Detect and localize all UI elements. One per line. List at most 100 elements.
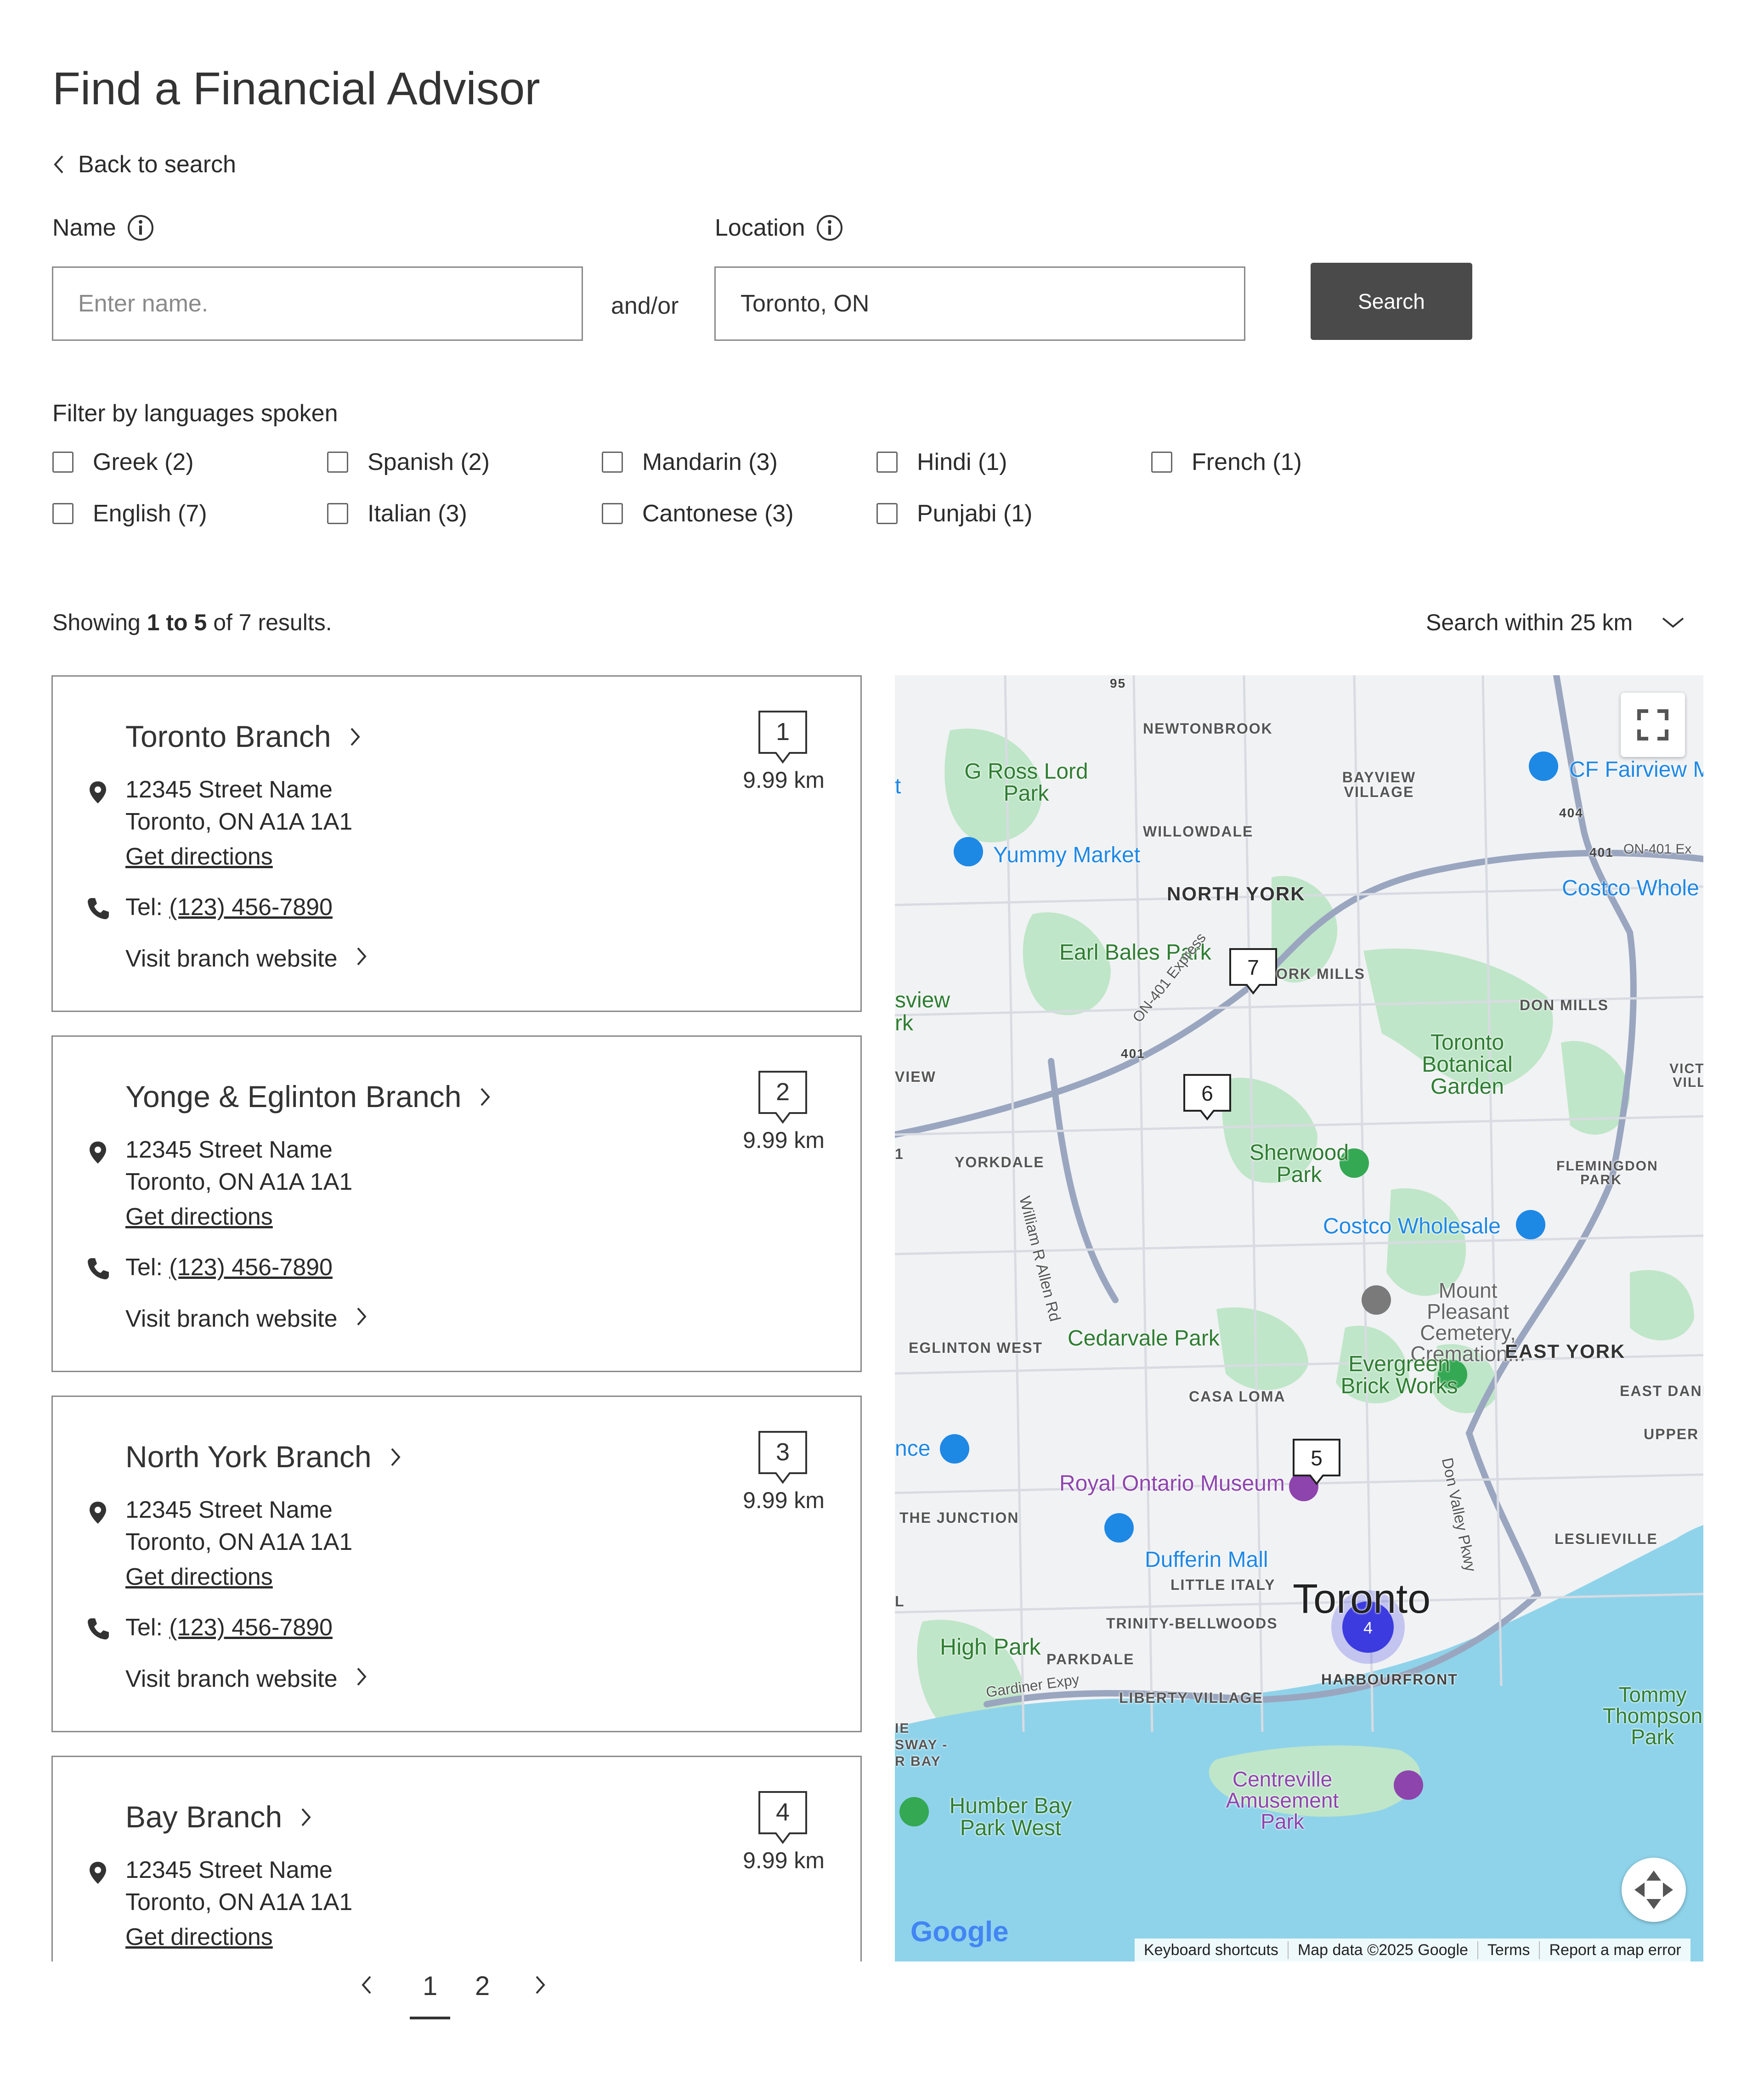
marker-number: 2 [776, 1078, 790, 1106]
map-label-leslieville: LESLIEVILLE [1555, 1531, 1658, 1547]
name-input[interactable] [52, 266, 583, 341]
map-label-hwy-401a: 401 [1589, 845, 1614, 859]
results-suffix: of 7 results. [207, 610, 332, 635]
chevron-right-icon [536, 1976, 545, 1994]
page-number: 2 [475, 1971, 490, 2001]
language-label: Hindi (1) [917, 449, 1007, 475]
location-input[interactable] [714, 266, 1245, 341]
map-label-costco1: Costco Whole [1562, 876, 1699, 900]
language-checkbox[interactable]: Punjabi (1) [876, 500, 1032, 527]
location-label-text: Location [715, 215, 805, 241]
get-directions-link[interactable]: Get directions [125, 1563, 273, 1591]
map-label-casa-loma: CASA LOMA [1189, 1388, 1286, 1405]
checkbox[interactable] [876, 503, 898, 524]
fullscreen-icon [1637, 709, 1668, 740]
pagination-page-1[interactable]: 1 [423, 1971, 437, 2001]
map-label-g-ross: G Ross Lord Park [964, 759, 1088, 806]
map-footer-link[interactable]: Map data ©2025 Google [1287, 1941, 1477, 1959]
get-directions-link[interactable]: Get directions [125, 1203, 273, 1231]
checkbox[interactable] [327, 503, 348, 524]
phone-icon [86, 1256, 111, 1281]
map-label-botanical: Toronto Botanical Garden [1422, 1030, 1513, 1099]
map-label-york-mills: ORK MILLS [1276, 966, 1365, 982]
checkbox[interactable] [876, 452, 898, 473]
marker-number: 3 [776, 1438, 790, 1466]
map-marker-label: 6 [1201, 1081, 1213, 1105]
branch-name-link[interactable]: Yonge & Eglinton Branch [125, 1079, 491, 1114]
address-line-1: 12345 Street Name [125, 1497, 333, 1523]
map-label-don-mills: DON MILLS [1520, 997, 1609, 1013]
map-label-yorkdale: YORKDALE [955, 1154, 1045, 1170]
phone-link[interactable]: (123) 456-7890 [169, 1614, 333, 1641]
visit-website-link[interactable]: Visit branch website [125, 1665, 367, 1693]
get-directions-link[interactable]: Get directions [125, 843, 273, 870]
google-logo: Google [910, 1916, 1009, 1948]
checkbox[interactable] [52, 503, 74, 524]
telephone: Tel: (123) 456-7890 [125, 1254, 333, 1281]
back-to-search-link[interactable]: Back to search [52, 151, 236, 178]
map-label-evergreen: Evergreen Brick Works [1340, 1352, 1458, 1398]
pagination-next[interactable] [535, 1971, 547, 2001]
phone-link[interactable]: (123) 456-7890 [169, 1254, 333, 1281]
language-checkbox[interactable]: Spanish (2) [327, 448, 490, 476]
page-title: Find a Financial Advisor [52, 63, 540, 114]
chevron-right-icon [300, 1799, 311, 1834]
map-footer-link[interactable]: Keyboard shortcuts [1135, 1941, 1288, 1959]
branch-name-link[interactable]: Toronto Branch [125, 719, 361, 754]
map-label-on401-right: ON-401 Ex [1623, 842, 1692, 857]
language-checkbox[interactable]: Italian (3) [327, 500, 467, 527]
language-label: Mandarin (3) [642, 449, 778, 475]
map-label-cf-fairview: CF Fairview M [1569, 757, 1703, 782]
map-footer-link[interactable]: Report a map error [1539, 1941, 1690, 1959]
radius-dropdown[interactable]: Search within 25 km [1426, 609, 1685, 636]
language-checkbox[interactable]: Greek (2) [52, 448, 194, 476]
visit-website-link[interactable]: Visit branch website [125, 945, 367, 972]
info-icon[interactable] [127, 215, 154, 241]
language-label: French (1) [1192, 449, 1302, 475]
map-footer-link[interactable]: Terms [1477, 1941, 1539, 1959]
search-button[interactable]: Search [1311, 263, 1472, 340]
branch-name-link[interactable]: North York Branch [125, 1439, 401, 1474]
branch-name: North York Branch [125, 1440, 372, 1474]
info-icon[interactable] [816, 215, 843, 241]
map-label-yummy: Yummy Market [993, 843, 1141, 867]
checkbox[interactable] [602, 452, 623, 473]
map-label-tommy: Tommy Thompson Park [1602, 1683, 1703, 1749]
language-checkbox[interactable]: French (1) [1151, 448, 1302, 476]
language-label: Greek (2) [93, 449, 194, 475]
map-label-costco2: Costco Wholesale [1323, 1214, 1501, 1238]
map-label-bayview: BAYVIEW VILLAGE [1342, 769, 1416, 800]
map-camera-control[interactable] [1622, 1858, 1686, 1922]
map-label-high-park: High Park [940, 1634, 1041, 1660]
visit-website-label: Visit branch website [125, 1666, 338, 1692]
branch-card: Toronto Branch 12345 Street Name Toronto, … [51, 675, 862, 1012]
language-checkbox[interactable]: Mandarin (3) [602, 448, 778, 476]
map-label-harbourfront: HARBOURFRONT [1321, 1671, 1458, 1688]
language-checkbox[interactable]: English (7) [52, 500, 207, 527]
distance: 9.99 km [743, 1127, 825, 1153]
map-label-partial-1: 1 [895, 1146, 904, 1162]
checkbox[interactable] [602, 503, 623, 524]
branch-name-link[interactable]: Bay Branch [125, 1799, 311, 1834]
chevron-right-icon [350, 719, 361, 754]
phone-icon [86, 896, 111, 921]
checkbox[interactable] [327, 452, 348, 473]
get-directions-link[interactable]: Get directions [125, 1923, 273, 1951]
map[interactable]: 7 6 5 4 NEWTONBROOK G Ross Lord Park BAYVI… [895, 675, 1703, 1961]
distance: 9.99 km [743, 767, 825, 793]
checkbox[interactable] [52, 452, 74, 473]
pagination-prev[interactable] [360, 1971, 372, 2001]
language-checkbox[interactable]: Cantonese (3) [602, 500, 794, 527]
checkbox[interactable] [1151, 452, 1172, 473]
fullscreen-button[interactable] [1621, 693, 1685, 757]
language-checkbox[interactable]: Hindi (1) [876, 448, 1007, 476]
pagination-page-2[interactable]: 2 [475, 1971, 490, 2001]
branch-name: Bay Branch [125, 1800, 283, 1834]
phone-link[interactable]: (123) 456-7890 [169, 894, 333, 921]
map-label-east-york: EAST YORK [1505, 1340, 1626, 1362]
page-number: 1 [423, 1971, 438, 2001]
visit-website-link[interactable]: Visit branch website [125, 1305, 367, 1333]
map-label-north-york: NORTH YORK [1167, 883, 1306, 904]
tel-label: Tel: [125, 894, 170, 921]
chevron-right-icon [480, 1079, 491, 1114]
